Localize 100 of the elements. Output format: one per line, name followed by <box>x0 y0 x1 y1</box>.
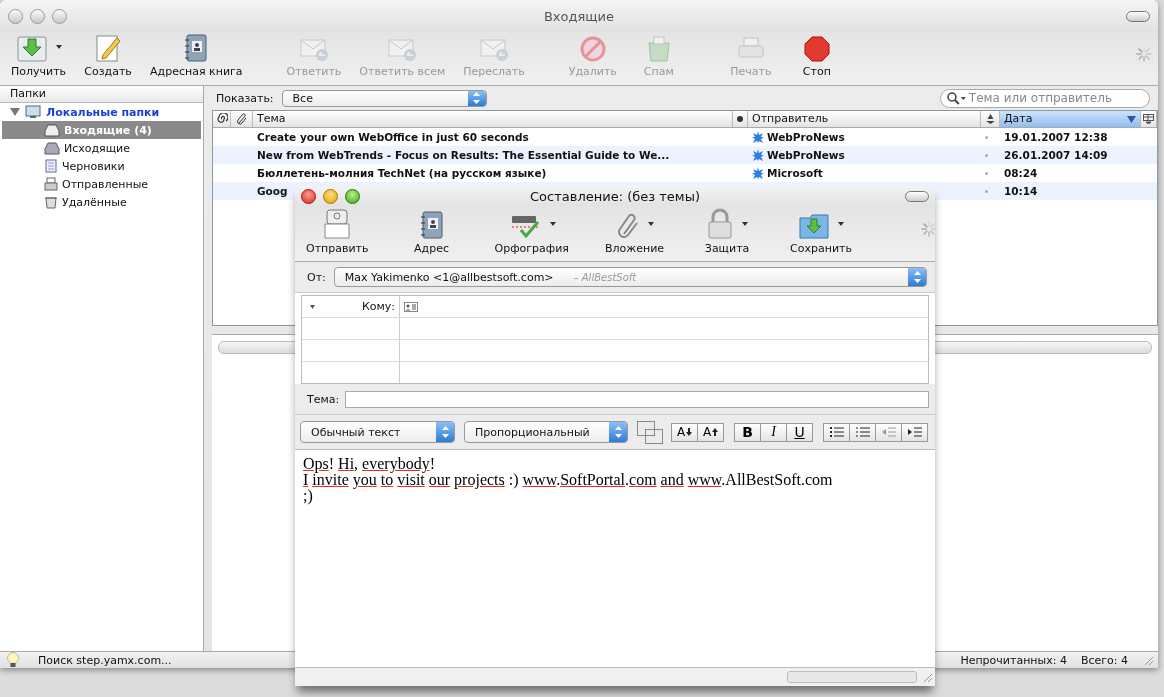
body-text-line: Ops! Hi, everybody! <box>303 456 436 472</box>
toolbar-button[interactable]: Создать <box>83 31 134 78</box>
status-message: Поиск step.yamx.com... <box>38 653 172 667</box>
trash-can-icon <box>44 195 58 209</box>
unread-count: Непрочитанных: 4 <box>960 653 1067 667</box>
document-icon <box>44 159 58 173</box>
folder-item[interactable]: Исходящие <box>0 139 203 157</box>
printer-icon <box>44 177 58 191</box>
subject-label: Тема: <box>307 392 340 406</box>
toolbar-button[interactable]: Адресная книга <box>149 31 244 78</box>
window-pill-button[interactable] <box>905 190 929 202</box>
toolbar-button[interactable]: Защита <box>699 208 756 255</box>
stepper-arrows-icon <box>614 426 622 438</box>
date-cell-text: 08:24 <box>1003 167 1038 179</box>
dot-icon <box>985 153 988 157</box>
paragraph-style-dropdown[interactable]: Обычный текст <box>300 421 455 443</box>
toolbar-button[interactable]: Сохранить <box>789 208 853 255</box>
from-label: От: <box>307 270 326 284</box>
format-button[interactable]: U <box>786 422 813 442</box>
folder-pane-header: Папки <box>0 86 203 103</box>
disclosure-triangle-icon[interactable] <box>10 107 20 117</box>
font-dropdown[interactable]: Пропорциональный <box>464 421 628 443</box>
sender-cell: Microsoft <box>767 167 823 179</box>
column-picker-icon <box>1143 114 1154 124</box>
column-header[interactable]: Дата <box>1000 111 1141 127</box>
dropdown-caret-icon <box>55 45 62 49</box>
resize-grip-icon[interactable] <box>921 671 933 683</box>
star-burst-icon <box>752 149 764 161</box>
from-dropdown[interactable]: Max Yakimenko <1@allbestsoft.com> – AllBestSoft <box>333 267 927 287</box>
star-burst-icon <box>752 131 764 143</box>
paperclip-icon <box>235 113 248 125</box>
zoom-button[interactable] <box>345 188 360 204</box>
stepper-arrows-icon <box>913 271 921 283</box>
dot-icon <box>985 189 988 193</box>
minimize-button[interactable] <box>323 188 338 204</box>
body-text-line: I invite you to visit our projects :) www.SoftPortal.com and www.AllBestSoft.com <box>303 472 834 488</box>
padlock-icon <box>706 208 735 240</box>
format-button[interactable]: A <box>671 422 698 442</box>
dot-icon <box>737 116 743 122</box>
dropdown-caret-icon <box>549 222 556 226</box>
message-body[interactable]: Ops! Hi, everybody! I invite you to visit our projects :) www.SoftPortal.com and www.AllBestSoft.com ;) <box>295 450 935 667</box>
indent-icon <box>906 426 923 438</box>
sender-cell: WebProNews <box>767 131 845 143</box>
date-cell-text: 10:14 <box>1003 185 1038 197</box>
filter-label: Показать: <box>216 91 274 105</box>
scroll-bar[interactable] <box>787 671 917 683</box>
search-field[interactable]: Тема или отправитель <box>940 88 1150 108</box>
subject-cell-text: New from WebTrends - Focus on Results: The Essential Guide to We... <box>256 149 670 161</box>
folder-item[interactable]: Черновики <box>0 157 203 175</box>
body-text-line: ;) <box>303 488 314 504</box>
window-control[interactable] <box>30 8 45 24</box>
inbox-download-icon <box>15 33 48 63</box>
window-title: Составление: (без темы) <box>530 188 700 204</box>
spinner-icon <box>920 221 935 237</box>
lightbulb-icon <box>6 652 20 668</box>
column-header[interactable]: Тема <box>253 111 733 127</box>
close-button[interactable] <box>301 188 316 204</box>
subject-field[interactable] <box>345 390 929 408</box>
color-picker[interactable] <box>637 421 663 443</box>
window-title: Входящие <box>543 8 615 24</box>
dropdown-caret-icon <box>742 222 749 226</box>
filter-dropdown[interactable]: Все <box>281 89 487 107</box>
resize-grip-icon[interactable] <box>1142 654 1154 666</box>
tray-icon <box>44 123 60 137</box>
list-icon <box>854 426 871 438</box>
search-icon <box>947 91 967 105</box>
format-button[interactable]: A <box>697 422 724 442</box>
sort-arrow-icon <box>1127 115 1136 123</box>
dot-icon <box>985 135 988 139</box>
date-cell-text: 19.01.2007 12:38 <box>1003 131 1108 143</box>
toolbar-button[interactable]: Адрес <box>403 208 460 255</box>
toolbar-button[interactable]: Получить <box>10 31 68 78</box>
folder-item[interactable]: Локальные папки <box>0 103 203 121</box>
column-picker[interactable] <box>1141 111 1157 127</box>
send-machine-icon <box>322 208 353 240</box>
stop-sign-icon <box>802 35 831 63</box>
column-header[interactable]: Отправитель <box>748 111 981 127</box>
toolbar-button[interactable]: Вложение <box>603 208 666 255</box>
dropdown-caret-icon <box>647 222 654 226</box>
list-icon <box>828 426 845 438</box>
prohibition-icon <box>578 35 607 63</box>
outdent-icon <box>880 426 897 438</box>
format-button[interactable] <box>823 422 850 442</box>
window-control[interactable] <box>52 8 67 24</box>
folder-item[interactable]: Отправленные <box>0 175 203 193</box>
toolbar-button[interactable]: Отправить <box>305 208 370 255</box>
dot-icon <box>985 171 988 175</box>
date-cell-text: 26.01.2007 14:09 <box>1003 149 1108 161</box>
folder-item[interactable]: Удалённые <box>0 193 203 211</box>
thread-icon <box>215 113 228 125</box>
toolbar-button[interactable]: Орфография <box>493 208 570 255</box>
arrow-down-icon <box>686 428 693 436</box>
recipient-type-dropdown[interactable]: Кому: <box>302 296 400 317</box>
window-control[interactable] <box>8 8 23 24</box>
format-button[interactable]: B <box>734 422 761 442</box>
toolbar-button[interactable]: Стоп <box>791 31 842 78</box>
spinner-icon <box>1136 45 1152 62</box>
format-button[interactable]: I <box>760 422 787 442</box>
window-pill-button[interactable] <box>1126 10 1150 22</box>
dropdown-caret-icon <box>310 304 315 309</box>
